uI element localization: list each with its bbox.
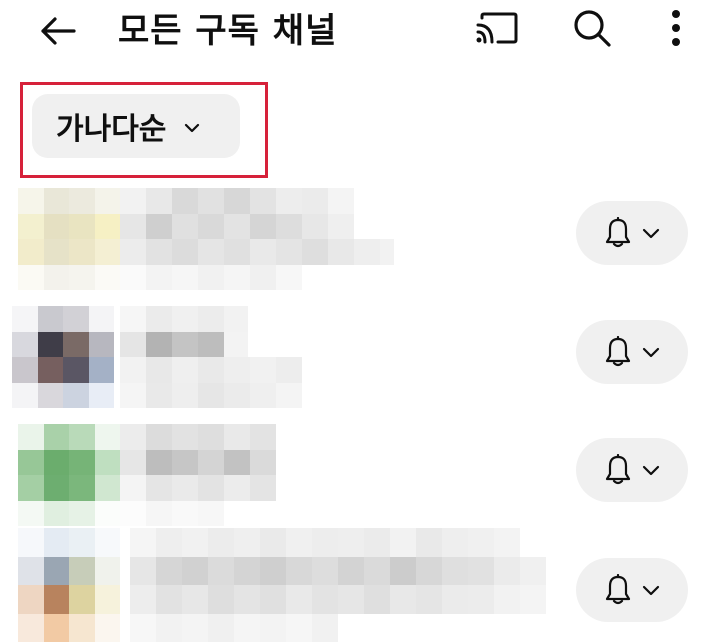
channel-name [120, 424, 276, 526]
back-button[interactable] [30, 8, 86, 54]
channel-row[interactable] [0, 416, 720, 534]
channel-row[interactable] [0, 298, 720, 416]
chevron-down-icon [642, 585, 660, 595]
notification-settings-button[interactable] [576, 201, 688, 265]
search-button[interactable] [564, 4, 620, 52]
channel-avatar [12, 306, 114, 408]
bell-icon [605, 454, 631, 485]
sort-label: 가나다순 [56, 112, 167, 147]
channel-name [120, 306, 302, 408]
page-title: 모든 구독 채널 [118, 11, 338, 51]
channel-row[interactable] [0, 180, 720, 298]
bell-icon [605, 574, 631, 605]
channel-name [130, 528, 546, 642]
channel-row[interactable] [0, 528, 720, 642]
cast-button[interactable] [468, 4, 524, 52]
chevron-down-icon [184, 123, 200, 133]
more-options-button[interactable] [650, 4, 702, 52]
more-vertical-icon [672, 10, 680, 46]
top-app-bar: 모든 구독 채널 [0, 0, 720, 64]
notification-settings-button[interactable] [576, 558, 688, 622]
notification-settings-button[interactable] [576, 438, 688, 502]
notification-settings-button[interactable] [576, 320, 688, 384]
chevron-down-icon [642, 465, 660, 475]
bell-icon [605, 217, 631, 248]
arrow-left-icon [41, 17, 76, 45]
search-icon [574, 10, 611, 47]
chevron-down-icon [642, 228, 660, 238]
cast-icon [476, 12, 518, 44]
chevron-down-icon [642, 347, 660, 357]
bell-icon [605, 336, 631, 367]
channel-name [120, 188, 394, 290]
sort-dropdown-chip[interactable]: 가나다순 [32, 94, 240, 158]
channel-avatar [18, 188, 120, 290]
channel-avatar [18, 424, 120, 526]
channel-avatar [18, 528, 120, 642]
